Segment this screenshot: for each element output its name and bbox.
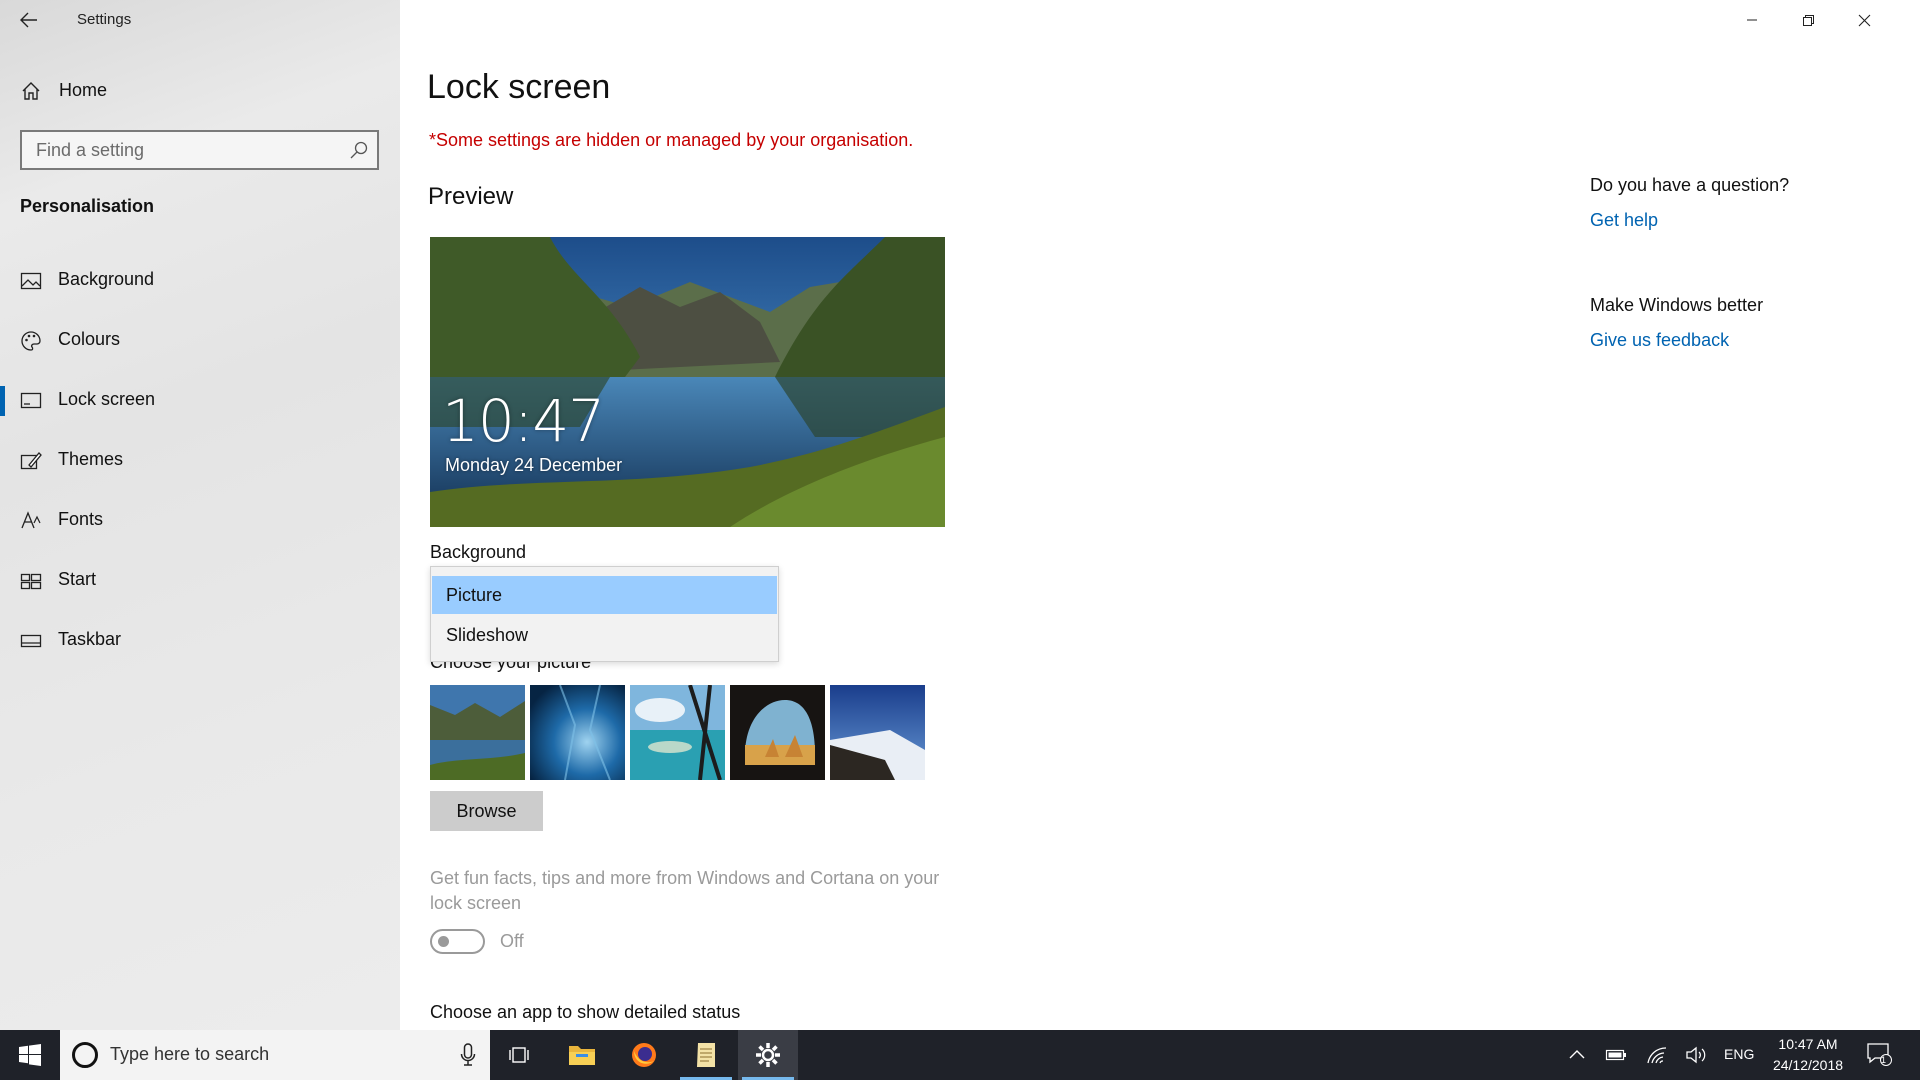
sidebar-item-fonts[interactable]: Fonts	[0, 498, 400, 544]
picture-thumbnail[interactable]	[830, 685, 925, 780]
improve-heading: Make Windows better	[1590, 295, 1764, 315]
sidebar-item-label: Colours	[58, 329, 121, 349]
dropdown-option-slideshow[interactable]: Slideshow	[432, 616, 777, 654]
sidebar-item-background[interactable]: Background	[0, 258, 400, 304]
sidebar-item-label: Fonts	[58, 509, 104, 529]
title-bar: Settings	[0, 0, 400, 40]
sidebar-item-label: Themes	[58, 449, 124, 469]
close-button[interactable]	[1836, 0, 1892, 40]
sidebar-item-themes[interactable]: Themes	[0, 438, 400, 484]
task-view-button[interactable]	[490, 1030, 550, 1080]
sidebar-item-label: Lock screen	[58, 389, 156, 409]
lock-screen-icon	[20, 390, 42, 412]
task-view-icon	[509, 1047, 529, 1063]
brush-icon	[20, 450, 42, 472]
taskbar-firefox[interactable]	[614, 1030, 674, 1080]
folder-icon	[569, 1046, 595, 1065]
question-heading: Do you have a question?	[1590, 175, 1790, 195]
dropdown-option-label: Slideshow	[446, 625, 529, 645]
sidebar-item-label: Background	[58, 269, 155, 289]
taskbar-search-box[interactable]: Type here to search	[60, 1030, 490, 1080]
sidebar-item-taskbar[interactable]: Taskbar	[0, 618, 400, 664]
wifi-icon[interactable]	[1645, 1045, 1669, 1065]
picture-thumbnail[interactable]	[730, 685, 825, 780]
get-help-link[interactable]: Get help	[1590, 210, 1658, 231]
sidebar-item-start[interactable]: Start	[0, 558, 400, 604]
picture-icon	[20, 270, 42, 292]
toggle-knob	[438, 936, 449, 947]
sidebar: Settings Home Find a setting Personalisa…	[0, 0, 400, 1030]
clock-date: 24/12/2018	[1772, 1057, 1844, 1073]
gear-icon	[756, 1043, 780, 1067]
taskbar-notepad[interactable]	[676, 1030, 736, 1080]
minimize-button[interactable]	[1724, 0, 1780, 40]
section-title: Personalisation	[20, 196, 155, 216]
taskbar: Type here to search ENG 10:47 AM 24/12/2…	[0, 1030, 1920, 1080]
microphone-icon[interactable]	[460, 1043, 476, 1067]
taskbar-file-explorer[interactable]	[552, 1030, 612, 1080]
windows-start-button[interactable]	[0, 1030, 60, 1080]
tips-toggle[interactable]	[430, 929, 485, 954]
detailed-status-label: Choose an app to show detailed status	[430, 1002, 741, 1022]
nav-home[interactable]: Home	[0, 72, 400, 112]
picture-thumbnail[interactable]	[430, 685, 525, 780]
action-center-icon[interactable]: 1	[1864, 1042, 1894, 1066]
sidebar-item-label: Start	[58, 569, 97, 589]
feedback-link[interactable]: Give us feedback	[1590, 330, 1729, 351]
taskbar-search-placeholder: Type here to search	[110, 1044, 270, 1064]
search-icon[interactable]	[349, 140, 369, 160]
sidebar-item-label: Taskbar	[58, 629, 122, 649]
firefox-icon	[632, 1043, 656, 1067]
clock-time: 10:47 AM	[1778, 1036, 1838, 1052]
find-setting-placeholder: Find a setting	[36, 140, 145, 160]
taskbar-clock[interactable]: 10:47 AM 24/12/2018	[1760, 1034, 1856, 1076]
page-title: Lock screen	[427, 68, 611, 106]
input-language[interactable]: ENG	[1724, 1046, 1754, 1062]
background-label: Background	[430, 542, 527, 562]
home-icon	[20, 80, 42, 102]
sidebar-item-lock-screen[interactable]: Lock screen	[0, 378, 400, 424]
window-caption-buttons	[1720, 0, 1920, 40]
font-icon	[20, 510, 42, 532]
preview-heading: Preview	[428, 183, 514, 210]
start-tiles-icon	[20, 570, 42, 592]
battery-icon[interactable]	[1604, 1045, 1628, 1065]
dropdown-option-label: Picture	[446, 585, 503, 605]
preview-landscape-image	[430, 237, 945, 527]
restore-button[interactable]	[1780, 0, 1836, 40]
picture-thumbnail[interactable]	[530, 685, 625, 780]
taskbar-icon	[20, 630, 42, 652]
tips-description: Get fun facts, tips and more from Window…	[430, 868, 940, 913]
home-label: Home	[59, 80, 108, 100]
taskbar-settings[interactable]	[738, 1030, 798, 1080]
sidebar-item-colours[interactable]: Colours	[0, 318, 400, 364]
browse-button[interactable]: Browse	[430, 791, 543, 831]
chevron-up-icon[interactable]	[1566, 1045, 1588, 1065]
background-dropdown-list[interactable]: Picture Slideshow	[430, 566, 779, 662]
dropdown-option-picture[interactable]: Picture	[432, 576, 777, 614]
notification-count: 1	[1881, 1055, 1887, 1065]
find-setting-input[interactable]: Find a setting	[20, 130, 379, 170]
volume-icon[interactable]	[1684, 1045, 1708, 1065]
palette-icon	[20, 330, 42, 352]
picture-thumbnails	[430, 685, 930, 780]
tips-toggle-state: Off	[500, 931, 524, 951]
lock-screen-preview: 10:47 Monday 24 December	[430, 237, 945, 527]
notepad-icon	[697, 1043, 715, 1067]
windows-logo-icon	[19, 1044, 41, 1066]
managed-notice: *Some settings are hidden or managed by …	[429, 130, 914, 150]
app-title: Settings	[77, 11, 132, 28]
preview-date: Monday 24 December	[445, 455, 623, 475]
back-arrow-icon[interactable]	[14, 6, 44, 34]
picture-thumbnail[interactable]	[630, 685, 725, 780]
preview-time: 10:47	[442, 387, 605, 455]
cortana-icon[interactable]	[72, 1042, 98, 1068]
